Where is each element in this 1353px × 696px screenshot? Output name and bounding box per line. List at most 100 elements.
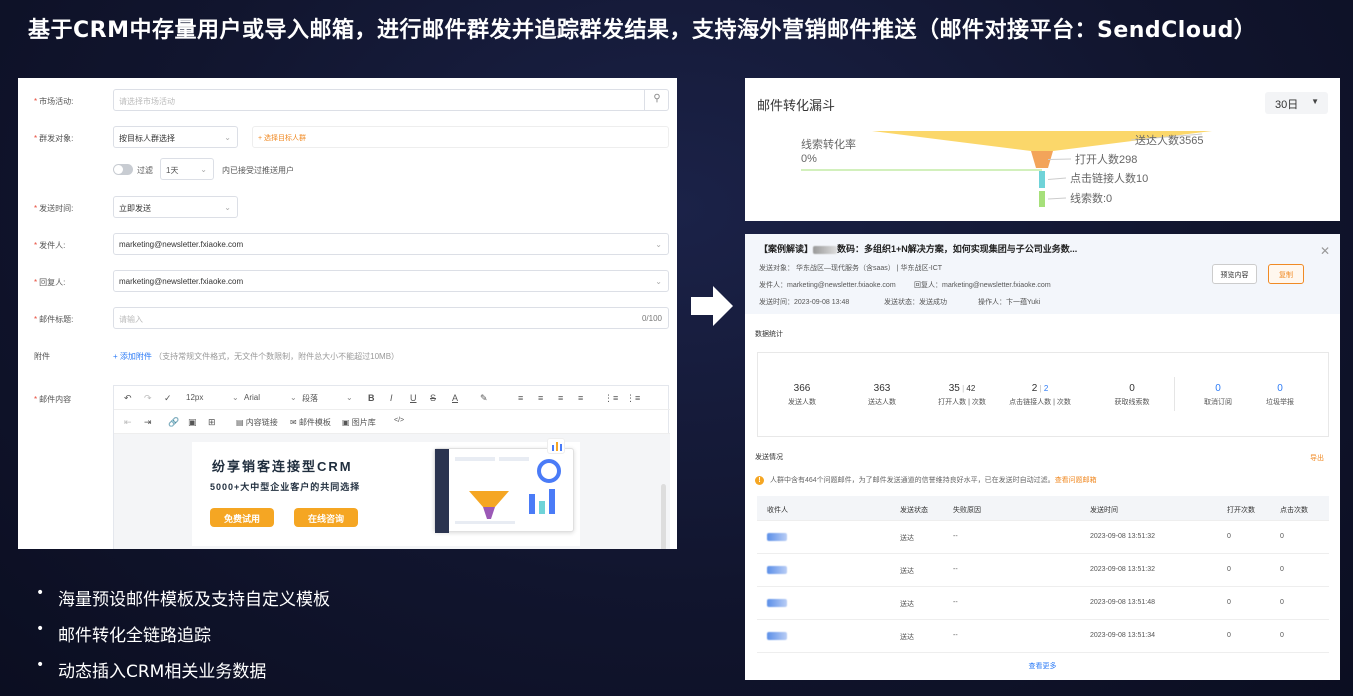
stat-value: 0: [1215, 383, 1221, 394]
arrow-right-icon: [691, 286, 733, 326]
detail-header: 【案例解读】 数码：多组织1+N解决方案，如何实现集团与子公司业务数... 发送对…: [745, 234, 1340, 314]
align-right-icon[interactable]: ≡: [558, 393, 563, 403]
filter-toggle[interactable]: [113, 164, 133, 175]
stat-delivered: 363 送达人数: [842, 383, 922, 407]
indent-icon[interactable]: ⇥: [144, 417, 152, 428]
table-cell: 送达: [900, 601, 914, 608]
copy-button[interactable]: 复制: [1268, 264, 1304, 284]
view-problem-emails-link[interactable]: 查看问题邮箱: [1055, 477, 1097, 484]
warning-icon: !: [755, 476, 764, 485]
add-attachment-link[interactable]: + 添加附件: [113, 352, 152, 361]
html-source-icon[interactable]: </>: [394, 417, 404, 424]
stat-opened: 35 | 42 打开人数 | 次数: [922, 383, 1002, 407]
table-cell: 0: [1227, 599, 1231, 606]
search-icon[interactable]: ⚲: [644, 89, 669, 111]
table-icon[interactable]: ⊞: [208, 417, 216, 428]
paragraph-select[interactable]: 段落: [302, 393, 318, 404]
stat-label: 打开人数 | 次数: [938, 399, 986, 406]
page-headline: 基于CRM中存量用户或导入邮箱，进行邮件群发并追踪群发结果，支持海外营销邮件推送…: [28, 18, 1257, 43]
bold-icon[interactable]: B: [368, 393, 375, 403]
chart-icon: [547, 438, 565, 454]
conversion-value: 0%: [801, 153, 817, 165]
filter-days-select[interactable]: 1天 ⌄: [160, 158, 214, 180]
underline-icon[interactable]: U: [410, 393, 417, 403]
send-time-select[interactable]: 立即发送 ⌄: [113, 196, 238, 218]
preview-content-button[interactable]: 预览内容: [1212, 264, 1257, 284]
font-color-icon[interactable]: A: [452, 393, 458, 403]
column-header: 发送状态: [900, 507, 928, 514]
bullet-list-icon[interactable]: ⋮≡: [604, 393, 618, 404]
target-group-field[interactable]: + 选择目标人群: [252, 126, 669, 148]
detail-target: 发送对象： 华东战区—现代服务（含saas） | 华东战区-ICT: [759, 265, 943, 272]
target-select[interactable]: 按目标人群选择 ⌄: [113, 126, 238, 148]
undo-icon[interactable]: ↶: [124, 393, 132, 404]
email-funnel-panel: 邮件转化漏斗 30日 ▼ 送达人数3565 打开人数298 点击链接人数10 线索数:…: [745, 78, 1340, 221]
recipient-cell[interactable]: [767, 599, 787, 607]
rich-text-editor: ↶ ↷ ✓ 12px ⌄ Arial ⌄ 段落 ⌄ B I U S A ✎ ≡ …: [113, 385, 670, 549]
align-center-icon[interactable]: ≡: [538, 393, 543, 403]
view-more-link[interactable]: 查看更多: [745, 661, 1340, 671]
editor-canvas[interactable]: 纷享销客连接型CRM 5000+大中型企业客户的共同选择 免费试用 在线咨询: [114, 434, 670, 549]
detail-time: 发送时间：2023-09-08 13:48: [759, 299, 850, 306]
column-header: 失败原因: [953, 507, 981, 514]
font-family-select[interactable]: Arial: [244, 393, 260, 402]
italic-icon[interactable]: I: [390, 393, 393, 403]
stat-value: 0: [1129, 383, 1135, 394]
table-cell: 0: [1227, 632, 1231, 639]
funnel-stage-label: 线索数:0: [1070, 191, 1112, 205]
format-painter-icon[interactable]: ✓: [164, 393, 172, 404]
recipient-cell[interactable]: [767, 533, 787, 541]
filter-label: 过滤: [137, 166, 153, 175]
recipient-cell[interactable]: [767, 632, 787, 640]
subject-input[interactable]: 请输入 0/100: [113, 307, 669, 329]
table-cell: 0: [1280, 632, 1284, 639]
sender-select[interactable]: marketing@newsletter.fxiaoke.com ⌄: [113, 233, 669, 255]
close-icon[interactable]: ✕: [1320, 244, 1330, 258]
attachment-note: （支持常规文件格式，无文件个数限制，附件总大小不能超过10MB）: [154, 352, 400, 361]
chevron-down-icon: ⌄: [290, 393, 297, 402]
outdent-icon[interactable]: ⇤: [124, 417, 132, 428]
sender-label: 发件人:: [39, 241, 66, 250]
image-icon[interactable]: ▣: [188, 417, 197, 428]
stat-label: 点击链接人数 | 次数: [1009, 399, 1071, 406]
attachment-row: 附件 + 添加附件 （支持常规文件格式，无文件个数限制，附件总大小不能超过10M…: [18, 344, 677, 368]
send-time-row: * 发送时间: 立即发送 ⌄: [18, 196, 677, 220]
numbered-list-icon[interactable]: ⋮≡: [626, 393, 640, 404]
align-justify-icon[interactable]: ≡: [578, 393, 583, 403]
link-icon[interactable]: 🔗: [168, 417, 179, 428]
chevron-down-icon: ⌄: [224, 203, 231, 212]
reply-select[interactable]: marketing@newsletter.fxiaoke.com ⌄: [113, 270, 669, 292]
funnel-stage-leads: [1039, 191, 1045, 207]
redacted-recipient: [767, 566, 787, 574]
mail-template-button[interactable]: ✉ 邮件模板: [290, 417, 331, 428]
stat-value: 0: [1277, 383, 1283, 394]
redo-icon[interactable]: ↷: [144, 393, 152, 404]
column-header: 点击次数: [1280, 507, 1308, 514]
redacted-recipient: [767, 632, 787, 640]
table-cell: 送达: [900, 535, 914, 542]
align-left-icon[interactable]: ≡: [518, 393, 523, 403]
strikethrough-icon[interactable]: S: [430, 393, 436, 403]
crm-banner: 纷享销客连接型CRM 5000+大中型企业客户的共同选择 免费试用 在线咨询: [192, 438, 580, 546]
highlight-icon[interactable]: ✎: [480, 393, 488, 404]
attachment-label: 附件: [34, 352, 50, 361]
image-library-button[interactable]: ▣ 图片库: [342, 417, 376, 428]
export-button[interactable]: 导出: [1310, 453, 1324, 463]
editor-toolbar-row-2: ⇤ ⇥ 🔗 ▣ ⊞ ▤ 内容链接 ✉ 邮件模板 ▣ 图片库 </>: [114, 410, 670, 434]
recipient-cell[interactable]: [767, 566, 787, 574]
editor-scrollbar[interactable]: [661, 484, 666, 549]
online-consult-button[interactable]: 在线咨询: [294, 508, 358, 527]
free-trial-button[interactable]: 免费试用: [210, 508, 274, 527]
table-row: 送达 -- 2023-09-08 13:51:32 0 0: [757, 521, 1329, 554]
stat-label: 送达人数: [868, 399, 896, 406]
font-size-select[interactable]: 12px: [186, 393, 203, 402]
stat-value-2: 42: [966, 384, 976, 393]
banner-subtitle: 5000+大中型企业客户的共同选择: [210, 482, 361, 492]
content-link-button[interactable]: ▤ 内容链接: [236, 417, 278, 428]
table-cell: 0: [1280, 533, 1284, 540]
select-target-group-link[interactable]: + 选择目标人群: [258, 135, 306, 142]
banner-title: 纷享销客连接型CRM: [212, 459, 353, 474]
filter-note: 内已接受过推送用户: [222, 166, 294, 175]
table-row: 送达 -- 2023-09-08 13:51:48 0 0: [757, 587, 1329, 620]
market-activity-input[interactable]: 请选择市场活动 ⚲: [113, 89, 669, 111]
